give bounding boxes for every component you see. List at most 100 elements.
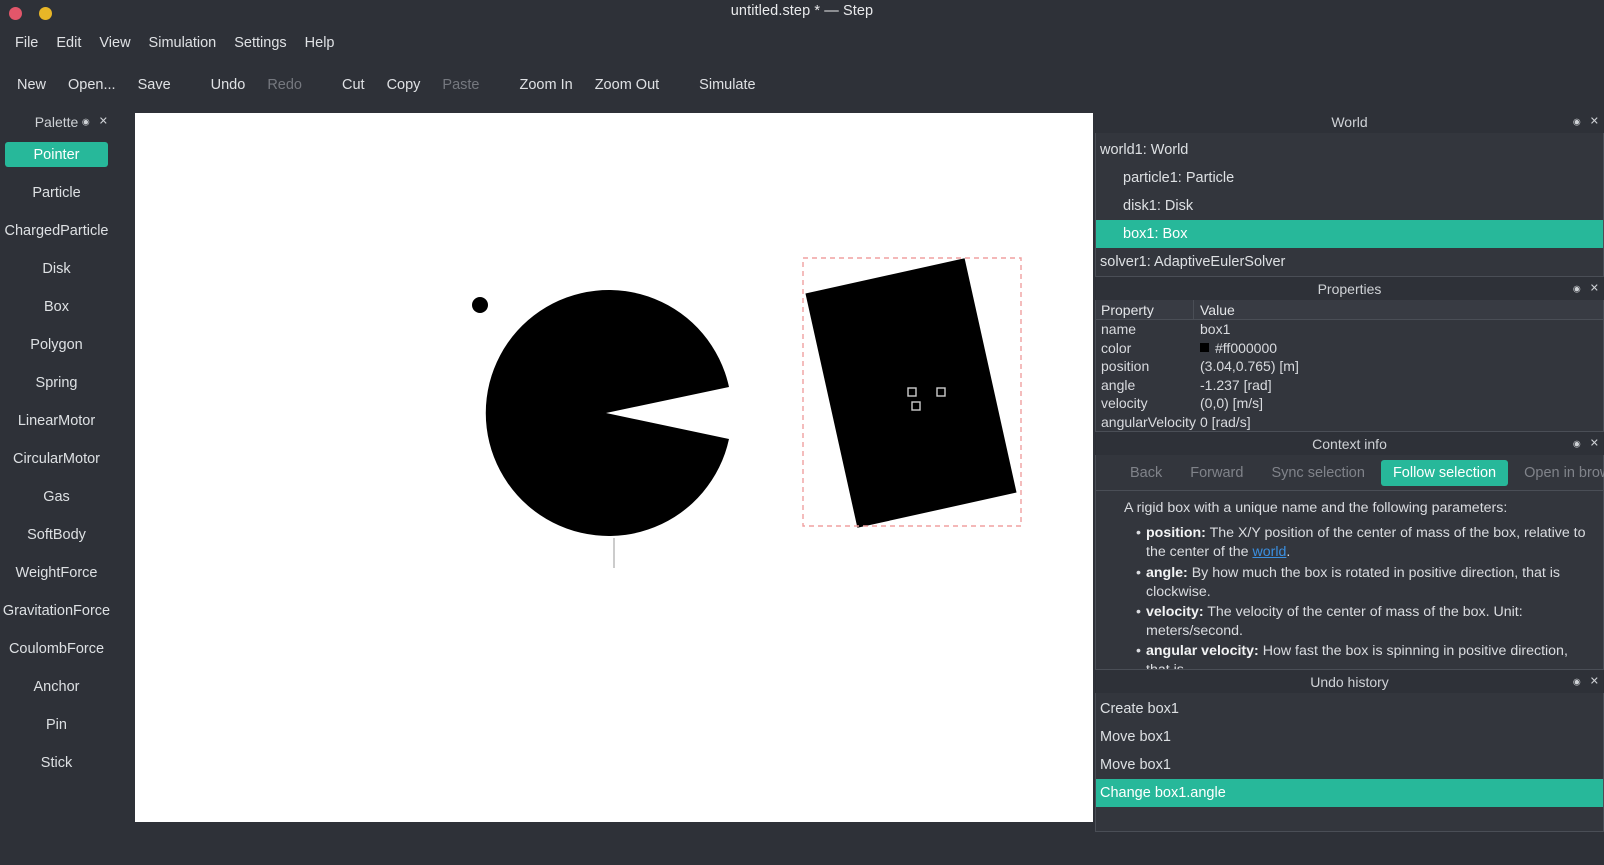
param-term: velocity: xyxy=(1146,603,1204,620)
undo-entry-create-box1[interactable]: Create box1 xyxy=(1096,695,1603,723)
property-row-angularvelocity[interactable]: angularVelocity 0 [rad/s] xyxy=(1096,413,1603,432)
property-value: #ff000000 xyxy=(1215,339,1278,356)
toolbar-open[interactable]: Open... xyxy=(57,74,127,96)
close-icon[interactable]: ✕ xyxy=(1590,283,1599,294)
property-row-velocity[interactable]: velocity (0,0) [m/s] xyxy=(1096,394,1603,413)
undo-entry-move-box1-1[interactable]: Move box1 xyxy=(1096,723,1603,751)
palette-item-gas[interactable]: Gas xyxy=(5,484,108,509)
palette-item-particle[interactable]: Particle xyxy=(5,180,108,205)
world-header: World ◉ ✕ xyxy=(1095,110,1604,133)
properties-header-buttons: ◉ ✕ xyxy=(1573,283,1599,294)
menu-view[interactable]: View xyxy=(90,33,139,53)
toolbar-zoom-out[interactable]: Zoom Out xyxy=(584,74,670,96)
toolbar-zoom-in[interactable]: Zoom In xyxy=(509,74,584,96)
palette-item-pointer[interactable]: Pointer xyxy=(5,142,108,167)
context-info-body: Back Forward Sync selection Follow selec… xyxy=(1095,455,1604,670)
toolbar-save[interactable]: Save xyxy=(127,74,182,96)
menu-help[interactable]: Help xyxy=(296,33,344,53)
palette-item-box[interactable]: Box xyxy=(5,294,108,319)
param-text: The X/Y position of the center of mass o… xyxy=(1146,525,1586,561)
properties-header: Properties ◉ ✕ xyxy=(1095,277,1604,300)
undo-history-header-buttons: ◉ ✕ xyxy=(1573,676,1599,687)
float-icon[interactable]: ◉ xyxy=(1573,439,1581,448)
palette-item-weightforce[interactable]: WeightForce xyxy=(5,560,108,585)
toolbar-paste: Paste xyxy=(442,77,480,93)
context-param-angle: angle: By how much the box is rotated in… xyxy=(1136,564,1595,602)
context-parameter-list: position: The X/Y position of the center… xyxy=(1124,524,1595,669)
toolbar-undo[interactable]: Undo xyxy=(200,74,257,96)
palette-item-chargedparticle[interactable]: ChargedParticle xyxy=(5,218,109,243)
canvas-object-disk1[interactable] xyxy=(485,290,729,536)
palette-item-spring[interactable]: Spring xyxy=(5,370,108,395)
property-row-angle[interactable]: angle -1.237 [rad] xyxy=(1096,376,1603,395)
property-row-name[interactable]: name box1 xyxy=(1096,320,1603,339)
menu-bar: File Edit View Simulation Settings Help xyxy=(0,30,1604,56)
property-key: name xyxy=(1101,321,1137,338)
property-value: box1 xyxy=(1200,321,1231,338)
undo-entry-change-box1-angle[interactable]: Change box1.angle xyxy=(1096,779,1603,807)
palette-item-coulombforce[interactable]: CoulombForce xyxy=(5,636,108,661)
context-sync-selection-button: Sync selection xyxy=(1271,464,1365,481)
property-value: -1.237 [rad] xyxy=(1200,376,1272,393)
property-key: velocity xyxy=(1101,395,1148,412)
tree-item-particle1[interactable]: particle1: Particle xyxy=(1096,164,1603,192)
world-link[interactable]: world xyxy=(1252,544,1286,560)
canvas-object-particle1[interactable] xyxy=(472,297,488,313)
tree-item-solver1[interactable]: solver1: AdaptiveEulerSolver xyxy=(1096,248,1603,276)
property-row-position[interactable]: position (3.04,0.765) [m] xyxy=(1096,357,1603,376)
undo-entry-move-box1-2[interactable]: Move box1 xyxy=(1096,751,1603,779)
property-value: (3.04,0.765) [m] xyxy=(1200,358,1299,375)
undo-list-empty-space xyxy=(1096,807,1603,829)
context-param-position: position: The X/Y position of the center… xyxy=(1136,524,1595,562)
color-swatch-icon xyxy=(1200,343,1209,353)
window-title: untitled.step * — Step xyxy=(730,3,874,19)
canvas-object-box1[interactable] xyxy=(805,258,1017,528)
close-icon[interactable]: ✕ xyxy=(1590,438,1599,449)
palette-item-linearmotor[interactable]: LinearMotor xyxy=(5,408,108,433)
context-forward-button: Forward xyxy=(1190,464,1244,481)
palette-panel: Palette ◉ ✕ Pointer Particle ChargedPart… xyxy=(0,110,113,865)
close-icon[interactable]: ✕ xyxy=(1590,116,1599,127)
param-text-after: . xyxy=(1286,544,1291,561)
palette-item-gravitationforce[interactable]: GravitationForce xyxy=(3,598,110,623)
palette-item-pin[interactable]: Pin xyxy=(5,712,108,737)
palette-item-anchor[interactable]: Anchor xyxy=(5,674,108,699)
param-term: angle: xyxy=(1146,564,1188,581)
menu-edit[interactable]: Edit xyxy=(47,33,90,53)
close-icon[interactable]: ✕ xyxy=(1590,676,1599,687)
float-icon[interactable]: ◉ xyxy=(1573,117,1581,126)
close-icon[interactable]: ✕ xyxy=(99,116,108,127)
toolbar-new[interactable]: New xyxy=(6,74,57,96)
toolbar-copy[interactable]: Copy xyxy=(376,74,432,96)
simulation-canvas[interactable] xyxy=(135,113,1093,822)
properties-panel: Properties ◉ ✕ Property Value name box1 … xyxy=(1095,277,1604,432)
tree-item-box1[interactable]: box1: Box xyxy=(1096,220,1603,248)
property-value: (0,0) [m/s] xyxy=(1200,395,1264,412)
toolbar-cut[interactable]: Cut xyxy=(331,74,376,96)
palette-item-polygon[interactable]: Polygon xyxy=(5,332,108,357)
undo-history-list: Create box1 Move box1 Move box1 Change b… xyxy=(1095,693,1604,832)
float-icon[interactable]: ◉ xyxy=(1573,284,1581,293)
column-header-property: Property xyxy=(1096,300,1194,319)
properties-table-header: Property Value xyxy=(1096,300,1603,320)
palette-title: Palette xyxy=(34,113,79,130)
menu-simulation[interactable]: Simulation xyxy=(140,33,226,53)
palette-header: Palette ◉ ✕ xyxy=(0,110,113,133)
float-icon[interactable]: ◉ xyxy=(1573,677,1581,686)
context-info-panel: Context info ◉ ✕ Back Forward Sync selec… xyxy=(1095,432,1604,670)
palette-item-softbody[interactable]: SoftBody xyxy=(5,522,108,547)
undo-history-title: Undo history xyxy=(1310,673,1389,690)
property-row-color[interactable]: color #ff000000 xyxy=(1096,339,1603,358)
tree-item-world1[interactable]: world1: World xyxy=(1096,136,1603,164)
palette-item-stick[interactable]: Stick xyxy=(5,750,108,775)
palette-item-disk[interactable]: Disk xyxy=(5,256,108,281)
property-key: angle xyxy=(1101,376,1136,393)
menu-settings[interactable]: Settings xyxy=(225,33,295,53)
menu-file[interactable]: File xyxy=(6,33,47,53)
palette-item-circularmotor[interactable]: CircularMotor xyxy=(5,446,108,471)
context-follow-selection-button[interactable]: Follow selection xyxy=(1380,459,1509,486)
world-panel: World ◉ ✕ world1: World particle1: Parti… xyxy=(1095,110,1604,277)
float-icon[interactable]: ◉ xyxy=(82,117,90,126)
tree-item-disk1[interactable]: disk1: Disk xyxy=(1096,192,1603,220)
toolbar-simulate[interactable]: Simulate xyxy=(688,74,766,96)
